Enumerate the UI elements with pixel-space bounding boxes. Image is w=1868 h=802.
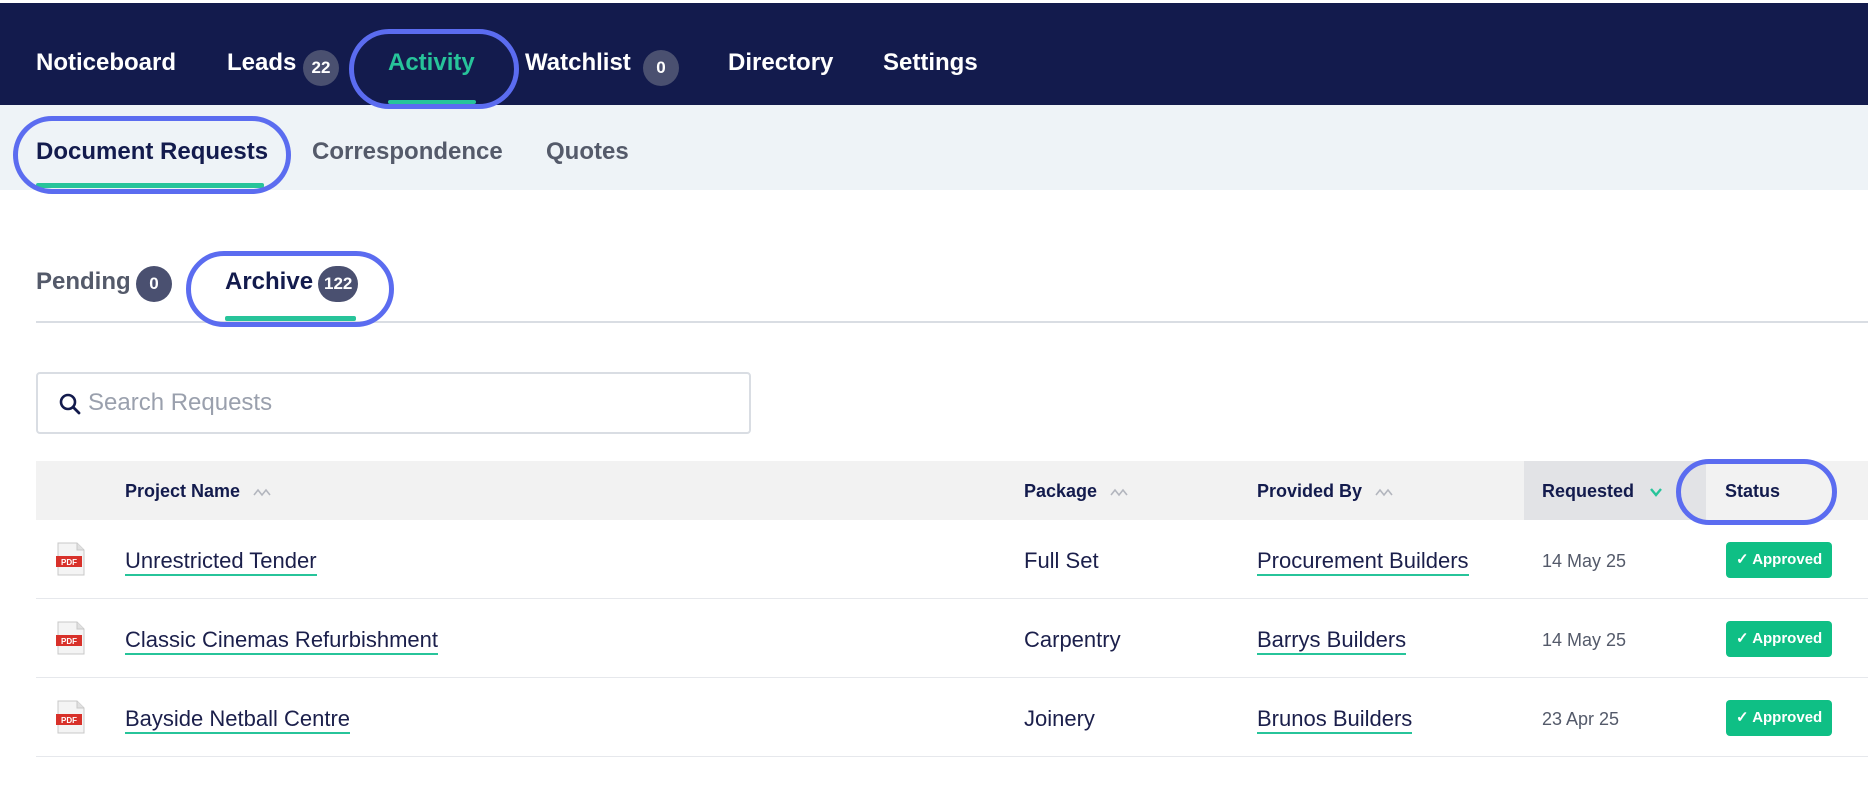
project-link[interactable]: Unrestricted Tender: [125, 548, 317, 576]
column-status-label: Status: [1725, 481, 1781, 501]
column-status[interactable]: Status: [1725, 481, 1780, 502]
svg-text:PDF: PDF: [61, 716, 77, 725]
column-provided-by-label: Provided By: [1257, 481, 1363, 501]
search-input[interactable]: [88, 382, 728, 424]
pdf-file-icon: PDF: [56, 700, 85, 734]
search-icon: [59, 393, 81, 415]
nav-settings[interactable]: Settings: [883, 49, 978, 77]
tab-active-underline: [225, 316, 356, 321]
column-provided-by[interactable]: Provided By: [1257, 481, 1393, 502]
leads-count-badge: 22: [303, 50, 339, 86]
package-cell: Joinery: [1024, 706, 1095, 731]
status-label: Approved: [1752, 551, 1823, 568]
package-cell: Carpentry: [1024, 627, 1121, 652]
column-package-label: Package: [1024, 481, 1098, 501]
nav-watchlist[interactable]: Watchlist: [525, 49, 631, 77]
table-row[interactable]: PDF Classic Cinemas Refurbishment Carpen…: [36, 599, 1868, 678]
project-link[interactable]: Classic Cinemas Refurbishment: [125, 627, 438, 655]
sort-icon: [1110, 488, 1128, 497]
archive-count-badge: 122: [318, 266, 359, 302]
table-row[interactable]: PDF Bayside Netball Centre Joinery Bruno…: [36, 678, 1868, 757]
check-icon: ✓: [1736, 709, 1753, 726]
table-row[interactable]: PDF Unrestricted Tender Full Set Procure…: [36, 520, 1868, 599]
provider-link[interactable]: Procurement Builders: [1257, 548, 1469, 576]
subnav-active-underline: [36, 183, 264, 188]
sub-navigation: Document Requests Correspondence Quotes: [0, 105, 1868, 190]
column-requested-label: Requested: [1542, 481, 1635, 501]
provider-link[interactable]: Brunos Builders: [1257, 706, 1413, 734]
requested-date: 23 Apr 25: [1542, 709, 1620, 729]
subnav-correspondence[interactable]: Correspondence: [312, 138, 503, 166]
requested-date: 14 May 25: [1542, 630, 1627, 650]
column-project-name-label: Project Name: [125, 481, 241, 501]
chevron-down-icon: [1650, 488, 1662, 498]
status-badge: ✓ Approved: [1726, 700, 1833, 736]
top-navigation: Noticeboard Leads 22 Activity Watchlist …: [0, 0, 1868, 105]
svg-text:PDF: PDF: [61, 637, 77, 646]
status-badge: ✓ Approved: [1726, 621, 1833, 657]
column-package[interactable]: Package: [1024, 481, 1128, 502]
pdf-file-icon: PDF: [56, 542, 85, 576]
subnav-document-requests[interactable]: Document Requests: [36, 138, 268, 166]
check-icon: ✓: [1736, 630, 1753, 647]
nav-noticeboard[interactable]: Noticeboard: [36, 49, 176, 77]
status-badge: ✓ Approved: [1726, 542, 1833, 578]
sort-icon: [253, 488, 271, 497]
watchlist-count-badge: 0: [643, 50, 679, 86]
sort-icon: [1375, 488, 1393, 497]
requested-date: 14 May 25: [1542, 551, 1627, 571]
tab-archive[interactable]: Archive: [225, 268, 313, 296]
svg-text:PDF: PDF: [61, 558, 77, 567]
tab-pending[interactable]: Pending: [36, 268, 131, 296]
nav-active-underline: [388, 100, 476, 104]
status-label: Approved: [1752, 709, 1823, 726]
nav-directory[interactable]: Directory: [728, 49, 833, 77]
package-cell: Full Set: [1024, 548, 1099, 573]
search-box: [36, 372, 751, 434]
project-link[interactable]: Bayside Netball Centre: [125, 706, 351, 734]
nav-leads[interactable]: Leads: [227, 49, 296, 77]
nav-activity[interactable]: Activity: [388, 49, 475, 77]
status-label: Approved: [1752, 630, 1823, 647]
table-header: Project Name Package Provided By Request…: [36, 461, 1868, 520]
column-requested[interactable]: Requested: [1542, 481, 1665, 502]
pdf-file-icon: PDF: [56, 621, 85, 655]
request-tabs: Pending 0 Archive 122: [36, 250, 1868, 323]
pending-count-badge: 0: [136, 266, 172, 302]
column-project-name[interactable]: Project Name: [125, 481, 271, 502]
subnav-quotes[interactable]: Quotes: [546, 138, 629, 166]
provider-link[interactable]: Barrys Builders: [1257, 627, 1407, 655]
check-icon: ✓: [1736, 551, 1753, 568]
